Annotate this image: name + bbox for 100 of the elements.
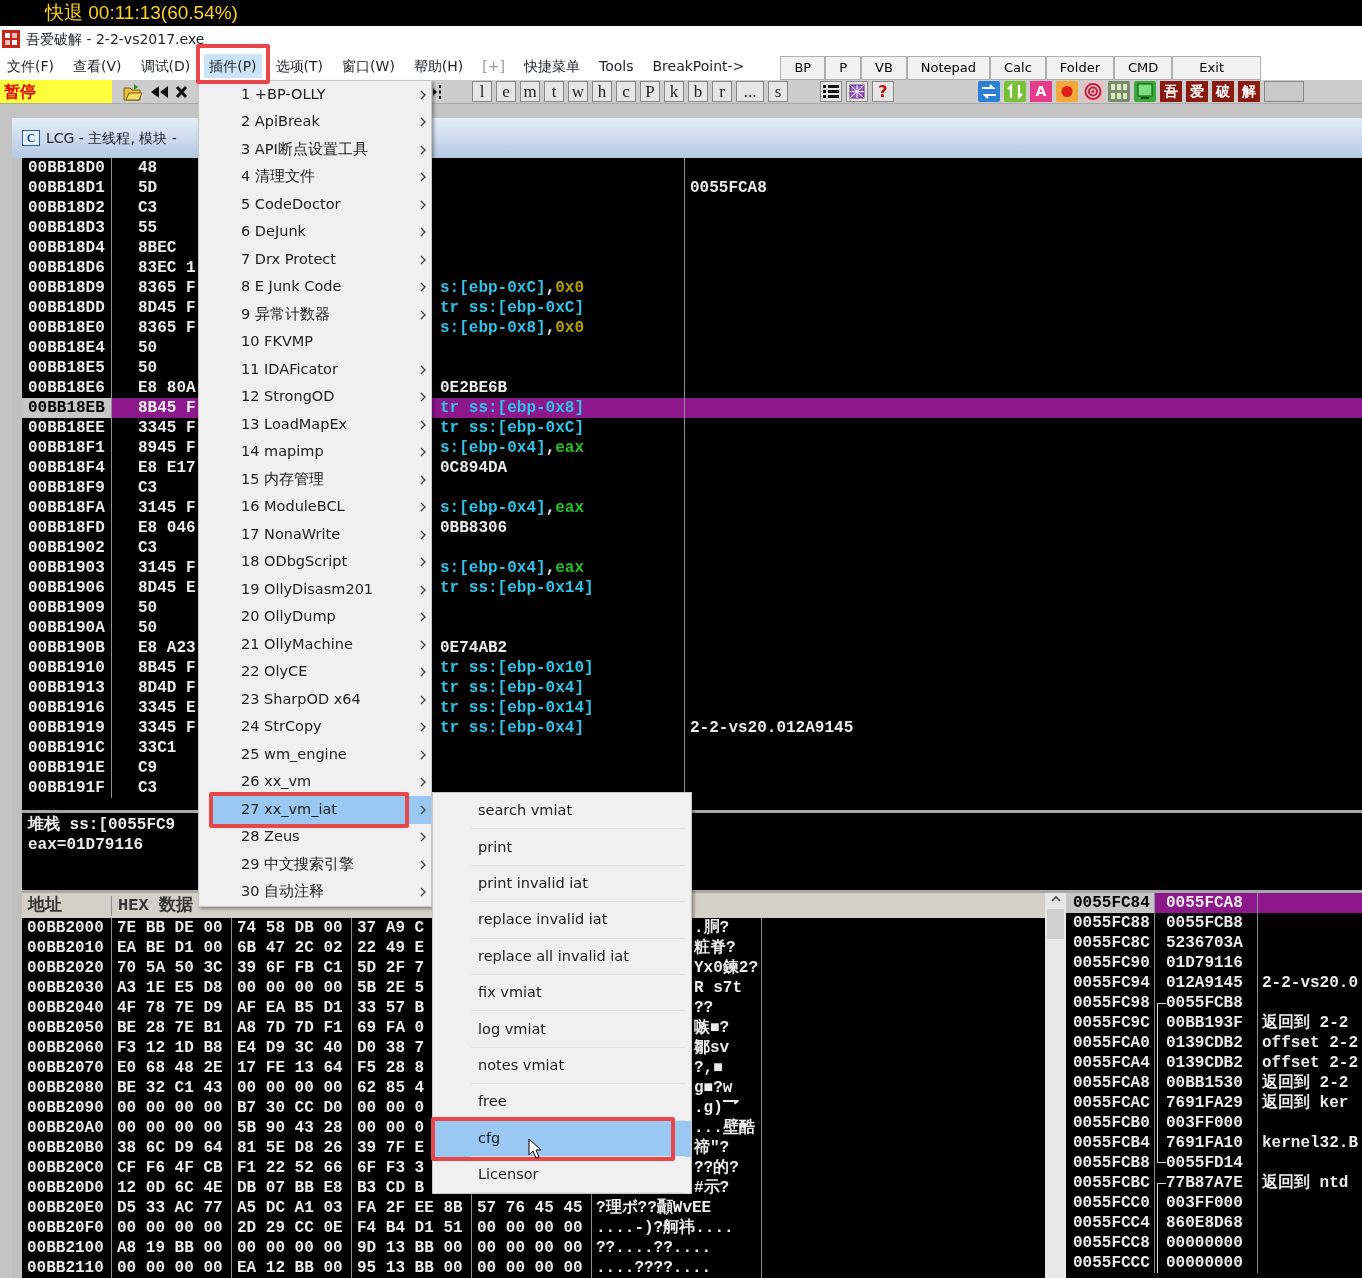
menu-item[interactable]: 26 xx_vm [211, 768, 431, 796]
menu-item[interactable]: 23 SharpOD x64 [211, 686, 431, 714]
menu-item[interactable]: 17 NonaWrite [211, 521, 431, 549]
toolbar-button[interactable]: s [768, 81, 788, 102]
swap-arrows-icon[interactable] [978, 81, 1000, 102]
menu-item[interactable]: 18 ODbgScript [211, 548, 431, 576]
toolbar-button[interactable]: 吾 [1160, 81, 1182, 102]
menu-item[interactable]: replace all invalid iat [435, 938, 691, 975]
menu-item[interactable]: 帮助(H) [408, 54, 469, 78]
menu-item[interactable]: 6 DeJunk [211, 218, 431, 246]
menu-item[interactable]: print [435, 829, 691, 866]
toolbar-button[interactable]: m [520, 81, 540, 102]
menu-item[interactable]: 5 CodeDoctor [211, 191, 431, 219]
ascii-cell: .胴? [694, 919, 730, 937]
toolbar-button[interactable]: l [472, 81, 492, 102]
menu-item[interactable]: 9 异常计数器 [211, 301, 431, 329]
up-down-arrows-icon[interactable] [1004, 81, 1026, 102]
toolbar-button[interactable]: k [664, 81, 684, 102]
toolbar-button[interactable]: 解 [1238, 81, 1260, 102]
menu-item[interactable]: 24 StrCopy [211, 713, 431, 741]
toolbar-button[interactable]: b [688, 81, 708, 102]
address-cell: 0055FC8C [1066, 933, 1155, 953]
toolbar-button[interactable]: w [568, 81, 588, 102]
menu-item[interactable]: 8 E Junk Code [211, 273, 431, 301]
menu-item[interactable]: 27 xx_vm_iat [211, 796, 431, 824]
menu-item[interactable]: 2 ApiBreak [211, 108, 431, 136]
chip-icon[interactable] [1108, 81, 1130, 102]
menu-item[interactable]: 20 OllyDump [211, 603, 431, 631]
menu-item[interactable]: 13 LoadMapEx [211, 411, 431, 439]
toolbar-button[interactable]: Calc [990, 56, 1046, 80]
toolbar-button[interactable]: e [496, 81, 516, 102]
menu-item[interactable]: 15 内存管理 [211, 466, 431, 494]
menu-item[interactable]: 21 OllyMachine [211, 631, 431, 659]
toolbar-button[interactable]: VB [861, 56, 907, 80]
toolbar-button[interactable]: Folder [1045, 56, 1115, 80]
toolbar-button[interactable]: h [592, 81, 612, 102]
value-cell: 00000000 [1166, 1253, 1243, 1273]
menu-item[interactable]: 30 自动注释 [211, 878, 431, 906]
hex-cell: 50 [138, 339, 158, 357]
toolbar-button[interactable]: t [544, 81, 564, 102]
menu-item[interactable]: log vmiat [435, 1011, 691, 1048]
menu-item[interactable]: 选项(T) [270, 54, 329, 78]
menu-item[interactable]: 3 API断点设置工具 [211, 136, 431, 164]
menu-item[interactable]: 22 OlyCE [211, 658, 431, 686]
hex-cell: 8B45 F [138, 659, 196, 677]
hex-cell: F1 22 52 66 [237, 1159, 343, 1177]
toolbar-button[interactable]: c [616, 81, 636, 102]
menu-item[interactable]: search vmiat [435, 793, 691, 830]
list-icon[interactable] [820, 81, 842, 102]
toolbar-button[interactable]: P [825, 56, 861, 80]
menu-item[interactable]: 4 清理文件 [211, 163, 431, 191]
menu-item[interactable]: replace invalid iat [435, 902, 691, 939]
toolbar-button[interactable]: r [712, 81, 732, 102]
menu-item[interactable]: 窗口(W) [337, 54, 400, 78]
toolbar-button[interactable] [1264, 81, 1304, 102]
menu-item[interactable]: 12 StrongOD [211, 383, 431, 411]
menu-item[interactable]: 查看(V) [68, 54, 127, 78]
toolbar-button[interactable]: 破 [1212, 81, 1234, 102]
menu-item[interactable]: notes vmiat [435, 1047, 691, 1085]
chevron-icon [419, 638, 427, 651]
menu-item[interactable]: Licensor [435, 1156, 691, 1194]
menu-item[interactable]: fix vmiat [435, 974, 691, 1012]
hex-cell: 33 57 B [357, 999, 425, 1017]
chevron-icon [419, 88, 427, 101]
menu-item[interactable]: 28 Zeus [211, 823, 431, 851]
menu-item[interactable]: 16 ModuleBCL [211, 493, 431, 521]
menu-item[interactable]: 插件(P) [204, 54, 262, 78]
monitor-icon[interactable] [1134, 81, 1156, 102]
toolbar-button[interactable]: ... [736, 81, 764, 102]
menu-item[interactable]: cfg [435, 1120, 691, 1157]
toolbar-button[interactable]: 爱 [1186, 81, 1208, 102]
menu-item[interactable]: 29 中文搜索引擎 [211, 851, 431, 879]
menu-item[interactable]: 调试(D) [135, 54, 196, 78]
menu-item[interactable]: 文件(F) [2, 54, 59, 78]
window-grid-icon[interactable] [846, 81, 868, 102]
scrollbar-thumb[interactable] [1047, 909, 1064, 939]
toolbar-button[interactable]: A [1030, 81, 1052, 102]
menu-item[interactable]: 19 OllyDisasm201 [211, 576, 431, 604]
menu-item[interactable]: 25 wm_engine [211, 741, 431, 769]
menu-item[interactable]: 10 FKVMP [211, 328, 431, 356]
help-button[interactable]: ? [872, 81, 894, 102]
target-icon[interactable] [1082, 81, 1104, 102]
address-cell: 00BB2110 [22, 1258, 112, 1278]
menu-item[interactable]: print invalid iat [435, 865, 691, 903]
menu-item[interactable]: 快捷菜单 [518, 54, 585, 78]
comment-cell: kernel32.B [1262, 1134, 1358, 1152]
menu-item[interactable]: 7 Drx Protect [211, 246, 431, 274]
address-cell: 0055FCC8 [1066, 1233, 1155, 1253]
toolbar-button[interactable]: BP [780, 56, 826, 80]
toolbar-button[interactable]: Exit [1172, 56, 1261, 80]
toolbar-button[interactable]: Notepad [906, 56, 991, 80]
chevron-icon [419, 418, 427, 431]
menu-item[interactable]: BreakPoint-> [647, 54, 750, 78]
toolbar-button[interactable]: P [640, 81, 660, 102]
toolbar-button[interactable]: CMD [1114, 56, 1173, 80]
menu-item[interactable]: 14 mapimp [211, 438, 431, 466]
menu-item[interactable]: 1 +BP-OLLY [211, 81, 431, 109]
menu-item[interactable]: free [435, 1084, 691, 1121]
menu-item[interactable]: Tools [593, 54, 639, 78]
menu-item[interactable]: 11 IDAFicator [211, 356, 431, 384]
